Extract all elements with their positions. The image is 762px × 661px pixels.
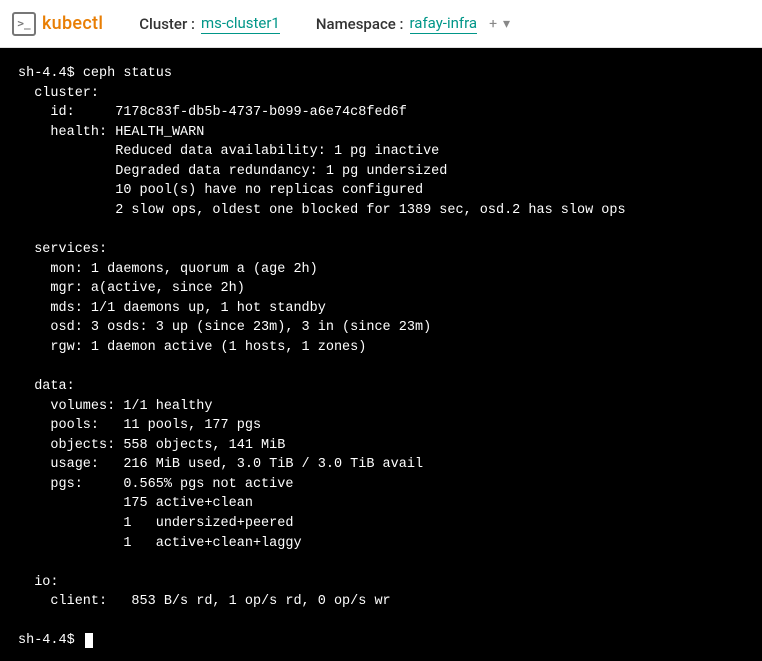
services-mgr: mgr: a(active, since 2h)	[50, 281, 244, 296]
namespace-selector: Namespace : rafay-infra + ▾	[316, 14, 510, 34]
io-client: client: 853 B/s rd, 1 op/s rd, 0 op/s wr	[50, 594, 390, 609]
data-pgs-1: 175 active+clean	[123, 496, 253, 511]
cluster-selector: Cluster : ms-cluster1	[139, 14, 280, 34]
terminal-icon: >_	[12, 12, 36, 36]
data-usage: usage: 216 MiB used, 3.0 TiB / 3.0 TiB a…	[50, 457, 423, 472]
services-rgw: rgw: 1 daemon active (1 hosts, 1 zones)	[50, 340, 366, 355]
add-namespace-button[interactable]: +	[489, 16, 497, 32]
cursor	[85, 633, 93, 648]
cluster-label: Cluster :	[139, 15, 195, 33]
cluster-health-label: health:	[50, 125, 107, 140]
data-volumes: volumes: 1/1 healthy	[50, 399, 212, 414]
command: ceph status	[83, 66, 172, 81]
cluster-warn-1: Reduced data availability: 1 pg inactive	[115, 144, 439, 159]
data-pgs-2: 1 undersized+peered	[123, 516, 293, 531]
terminal[interactable]: sh-4.4$ ceph status cluster: id: 7178c83…	[0, 48, 762, 661]
cluster-value[interactable]: ms-cluster1	[201, 14, 280, 34]
prompt: sh-4.4$	[18, 66, 75, 81]
logo-text: kubectl	[42, 13, 103, 34]
header-bar: >_ kubectl Cluster : ms-cluster1 Namespa…	[0, 0, 762, 48]
namespace-label: Namespace :	[316, 15, 404, 33]
data-pgs: pgs: 0.565% pgs not active	[50, 477, 293, 492]
data-objects: objects: 558 objects, 141 MiB	[50, 438, 285, 453]
cluster-warn-4: 2 slow ops, oldest one blocked for 1389 …	[115, 203, 625, 218]
logo: >_ kubectl	[12, 12, 103, 36]
data-pools: pools: 11 pools, 177 pgs	[50, 418, 261, 433]
services-mds: mds: 1/1 daemons up, 1 hot standby	[50, 301, 325, 316]
services-header: services:	[34, 242, 107, 257]
cluster-header: cluster:	[34, 86, 99, 101]
io-header: io:	[34, 575, 58, 590]
cluster-id-value: 7178c83f-db5b-4737-b099-a6e74c8fed6f	[115, 105, 407, 120]
namespace-value[interactable]: rafay-infra	[410, 14, 478, 34]
namespace-dropdown-icon[interactable]: ▾	[503, 16, 510, 32]
prompt: sh-4.4$	[18, 633, 75, 648]
cluster-id-label: id:	[50, 105, 74, 120]
cluster-warn-3: 10 pool(s) have no replicas configured	[115, 183, 423, 198]
services-osd: osd: 3 osds: 3 up (since 23m), 3 in (sin…	[50, 320, 431, 335]
cluster-health-value: HEALTH_WARN	[115, 125, 204, 140]
data-header: data:	[34, 379, 75, 394]
services-mon: mon: 1 daemons, quorum a (age 2h)	[50, 262, 317, 277]
cluster-warn-2: Degraded data redundancy: 1 pg undersize…	[115, 164, 447, 179]
data-pgs-3: 1 active+clean+laggy	[123, 536, 301, 551]
